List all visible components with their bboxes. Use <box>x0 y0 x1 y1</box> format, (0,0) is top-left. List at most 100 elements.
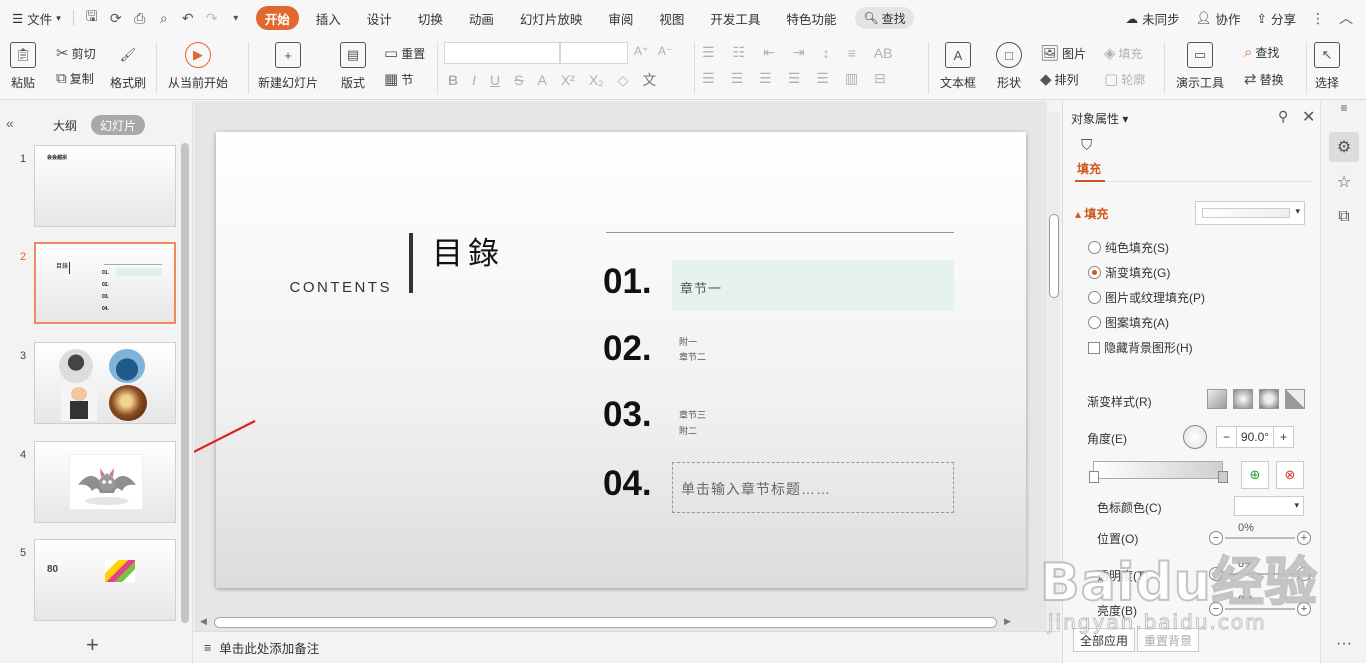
textbox-button[interactable]: A 文本框 <box>940 42 976 91</box>
tab-review[interactable]: 审阅 <box>599 6 642 30</box>
add-stop-button[interactable]: ⊕ <box>1241 461 1269 489</box>
tab-fill[interactable]: 填充 <box>1077 160 1101 177</box>
pin-icon[interactable]: ⚲ <box>1278 108 1288 125</box>
search-command[interactable]: 🔍︎ 查找 <box>855 7 914 29</box>
tab-features[interactable]: 特色功能 <box>777 6 845 30</box>
tab-slides[interactable]: 幻灯片 <box>91 115 146 135</box>
clear-format-icon[interactable]: ◇ <box>618 72 629 89</box>
slide-subtitle[interactable]: CONTENTS <box>286 279 392 296</box>
print-preview-icon[interactable]: ⌕ <box>152 5 176 31</box>
line-spacing-icon[interactable]: ≡ <box>848 45 856 61</box>
tab-transition[interactable]: 切换 <box>409 6 452 30</box>
collapse-panel-icon[interactable]: « <box>6 115 14 131</box>
chapter-2-line-1[interactable]: 附一 <box>679 335 697 348</box>
gradient-style-rect[interactable] <box>1259 389 1279 409</box>
replace-button[interactable]: ⇄ 替换 <box>1244 70 1284 88</box>
chapter-4-placeholder[interactable]: 单击输入章节标题…… <box>672 462 954 513</box>
tab-animation[interactable]: 动画 <box>460 6 503 30</box>
new-slide-button[interactable]: + 新建幻灯片 <box>258 42 318 91</box>
minus-icon[interactable]: − <box>1209 567 1223 581</box>
menu-icon[interactable]: ≡ <box>1329 101 1359 115</box>
tab-design[interactable]: 设计 <box>358 6 401 30</box>
export-icon[interactable]: ⟳ <box>104 5 128 31</box>
plus-icon[interactable]: + <box>1297 531 1311 545</box>
outline-button[interactable]: ▢ 轮廓 <box>1104 70 1145 88</box>
reset-background-button[interactable]: 重置背景 <box>1137 628 1200 652</box>
text-direction-icon[interactable]: AB <box>874 45 893 61</box>
scroll-left-icon[interactable]: ◀ <box>200 616 207 627</box>
phonetic-icon[interactable]: 文 <box>642 70 656 90</box>
align-center-icon[interactable]: ☰ <box>731 70 744 87</box>
angle-value[interactable]: 90.0° <box>1237 430 1273 444</box>
chapter-1-text[interactable]: 章节一 <box>680 278 722 297</box>
layout-button[interactable]: ▤ 版式 <box>340 42 366 91</box>
gradient-stops-bar[interactable] <box>1093 461 1223 479</box>
align-left-icon[interactable]: ☰ <box>702 70 715 87</box>
sync-button[interactable]: ☁ 未同步 <box>1120 5 1186 31</box>
picture-button[interactable]: 🖼︎ 图片 <box>1040 44 1086 62</box>
font-color-icon[interactable]: A <box>537 72 546 88</box>
find-button[interactable]: ⌕ 查找 <box>1244 44 1279 61</box>
vertical-scrollbar[interactable] <box>1048 112 1060 622</box>
reset-button[interactable]: ▭ 重置 <box>384 44 425 62</box>
tab-home[interactable]: 开始 <box>255 6 299 30</box>
plus-icon[interactable]: + <box>1297 602 1311 616</box>
section-button[interactable]: ▦ 节 <box>384 70 413 88</box>
print-icon[interactable]: ⎙ <box>128 5 152 31</box>
plus-icon[interactable]: + <box>1273 427 1293 447</box>
align-right-icon[interactable]: ☰ <box>759 70 772 87</box>
slide-title[interactable]: 目錄 <box>324 228 504 273</box>
hide-background-checkbox[interactable]: 隐藏背景图形(H) <box>1088 339 1193 356</box>
slide-thumbnail-2[interactable]: 目錄 01. 02. 03. 04. <box>34 242 176 324</box>
gradient-style-radial[interactable] <box>1233 389 1253 409</box>
text-align-icon[interactable]: ⊟ <box>874 70 886 87</box>
copy-format-icon[interactable]: ⧉ <box>1329 202 1359 232</box>
increase-font-button[interactable]: A⁺ <box>634 44 648 58</box>
angle-dial[interactable] <box>1183 425 1207 449</box>
outdent-icon[interactable]: ⇥ <box>793 44 805 61</box>
stop-color-dropdown[interactable]: ▾ <box>1234 496 1304 516</box>
font-size-select[interactable] <box>560 42 628 64</box>
strikethrough-icon[interactable]: S <box>514 72 523 88</box>
play-from-current-button[interactable]: ▶ 从当前开始 <box>168 42 228 91</box>
slide-thumbnail-1[interactable]: 会会越宗 <box>34 145 176 227</box>
slide-thumbnail-5[interactable]: 80 <box>34 539 176 621</box>
slider-track[interactable] <box>1225 537 1295 539</box>
slide-panel-scrollbar[interactable] <box>181 143 189 623</box>
chapter-3-line-1[interactable]: 章节三 <box>679 408 706 421</box>
minus-icon[interactable]: − <box>1217 427 1237 447</box>
radio-picture-fill[interactable]: 图片或纹理填充(P) <box>1088 289 1205 306</box>
apply-all-button[interactable]: 全部应用 <box>1073 628 1136 652</box>
horizontal-scrollbar[interactable] <box>214 617 997 628</box>
redo-icon[interactable]: ↷ <box>200 5 224 31</box>
justify-icon[interactable]: ☰ <box>788 70 801 87</box>
tab-slideshow[interactable]: 幻灯片放映 <box>511 6 592 30</box>
slide-thumbnail-4[interactable] <box>34 441 176 523</box>
subscript-icon[interactable]: X₂ <box>589 72 604 88</box>
bullet-list-icon[interactable]: ☰ <box>702 44 715 61</box>
notes-bar[interactable]: ≡ 单击此处添加备注 <box>194 631 1060 663</box>
radio-solid-fill[interactable]: 纯色填充(S) <box>1088 239 1169 256</box>
present-tool-button[interactable]: ▭ 演示工具 <box>1176 42 1224 91</box>
add-slide-button[interactable]: + <box>86 632 99 658</box>
gradient-style-linear[interactable] <box>1207 389 1227 409</box>
decrease-font-button[interactable]: A⁻ <box>658 44 672 58</box>
star-icon[interactable]: ☆ <box>1329 167 1359 197</box>
transparency-slider[interactable]: − + <box>1209 567 1311 581</box>
select-button[interactable]: ↖ 选择 <box>1314 42 1340 91</box>
tab-developer[interactable]: 开发工具 <box>701 6 769 30</box>
underline-icon[interactable]: U <box>490 72 500 88</box>
angle-stepper[interactable]: − 90.0° + <box>1216 426 1294 448</box>
close-icon[interactable]: ✕ <box>1302 107 1315 127</box>
tab-outline[interactable]: 大纲 <box>44 115 86 135</box>
brightness-slider[interactable]: − + <box>1209 602 1311 616</box>
sort-icon[interactable]: ↕ <box>823 45 830 61</box>
save-icon[interactable]: 🖫 <box>80 5 104 31</box>
tab-insert[interactable]: 插入 <box>307 6 350 30</box>
customize-quick-access-icon[interactable]: ▾ <box>224 5 248 31</box>
columns-icon[interactable]: ▥ <box>845 70 858 87</box>
tab-view[interactable]: 视图 <box>650 6 693 30</box>
bold-icon[interactable]: B <box>448 72 458 88</box>
properties-icon[interactable]: ⚙ <box>1329 132 1359 162</box>
minus-icon[interactable]: − <box>1209 531 1223 545</box>
